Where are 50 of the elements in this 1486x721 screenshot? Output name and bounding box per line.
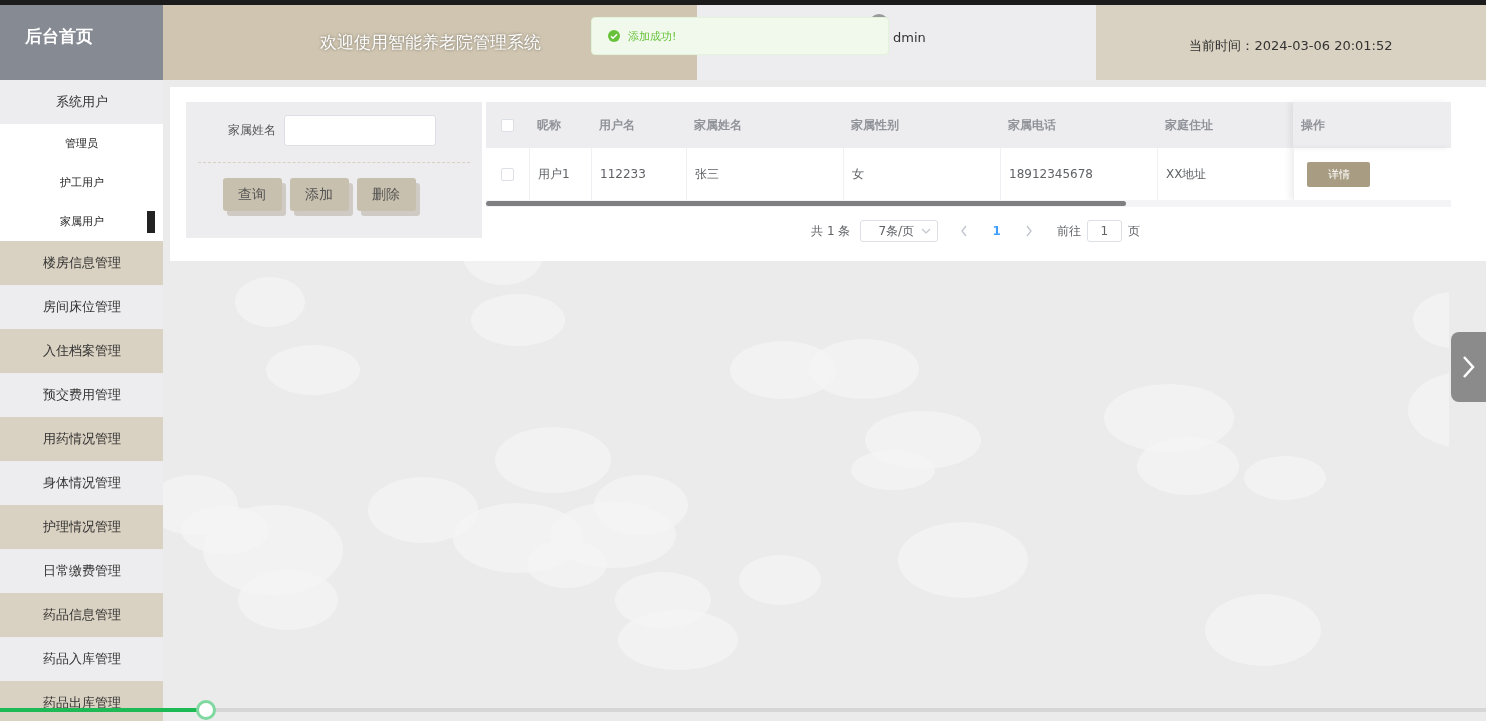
chevron-down-icon bbox=[921, 228, 932, 234]
user-name: dmin bbox=[893, 30, 926, 45]
next-page-icon bbox=[1024, 225, 1033, 237]
sidebar-item[interactable]: 身体情况管理 bbox=[0, 461, 163, 505]
column-header: 家属电话 bbox=[1008, 116, 1056, 134]
column-header: 昵称 bbox=[537, 116, 561, 134]
column-header: 家属性别 bbox=[851, 116, 899, 134]
column-header: 家庭住址 bbox=[1165, 116, 1213, 134]
sidebar-subitem[interactable]: 护工用户 bbox=[0, 163, 163, 202]
current-time: 当前时间：2024-03-06 20:01:52 bbox=[1189, 36, 1393, 55]
welcome-title: 欢迎使用智能养老院管理系统 bbox=[319, 31, 541, 54]
sidebar-subitem[interactable]: 家属用户 bbox=[0, 202, 163, 241]
sidebar-item[interactable]: 护理情况管理 bbox=[0, 505, 163, 549]
chevron-right-icon bbox=[1462, 356, 1475, 378]
column-header: 用户名 bbox=[599, 116, 635, 134]
sidebar-item[interactable]: 系统用户 bbox=[0, 80, 163, 124]
sidebar-item[interactable]: 日常缴费管理 bbox=[0, 549, 163, 593]
sidebar-item[interactable]: 药品出库管理 bbox=[0, 681, 163, 721]
field-label: 家属姓名 bbox=[228, 122, 276, 139]
sidebar-item[interactable]: 入住档案管理 bbox=[0, 329, 163, 373]
check-circle-icon bbox=[608, 30, 620, 42]
total-count: 共 1 条 bbox=[811, 222, 851, 240]
horizontal-scrollbar[interactable] bbox=[486, 200, 1451, 207]
table-cell: 18912345678 bbox=[1009, 167, 1093, 181]
sidebar-item[interactable]: 用药情况管理 bbox=[0, 417, 163, 461]
table-cell: 女 bbox=[852, 165, 864, 183]
sidebar-item[interactable]: 房间床位管理 bbox=[0, 285, 163, 329]
previous-page-icon bbox=[960, 225, 969, 237]
table-cell: 112233 bbox=[600, 167, 646, 181]
next-button[interactable] bbox=[1451, 332, 1486, 402]
sidebar-item[interactable]: 预交费用管理 bbox=[0, 373, 163, 417]
sidebar-subitem[interactable]: 管理员 bbox=[0, 124, 163, 163]
column-header: 操作 bbox=[1301, 116, 1325, 134]
table-cell: XX地址 bbox=[1166, 165, 1207, 183]
slider-handle[interactable] bbox=[196, 700, 217, 720]
success-toast: 添加成功! bbox=[591, 17, 889, 55]
page-input[interactable]: 1 bbox=[1086, 220, 1122, 242]
checkbox[interactable] bbox=[501, 118, 514, 132]
page-unit: 页 bbox=[1127, 222, 1140, 240]
page-size-select[interactable]: 7条/页 bbox=[860, 220, 939, 242]
checkbox[interactable] bbox=[501, 167, 514, 181]
sidebar-item[interactable]: 楼房信息管理 bbox=[0, 241, 163, 285]
sidebar-item[interactable]: 药品入库管理 bbox=[0, 637, 163, 681]
table-cell: 张三 bbox=[695, 165, 719, 183]
selected-indicator bbox=[147, 211, 155, 233]
search-field[interactable] bbox=[284, 115, 436, 146]
goto-label: 前往 bbox=[1056, 222, 1081, 240]
sidebar-item[interactable]: 药品信息管理 bbox=[0, 593, 163, 637]
column-header: 家属姓名 bbox=[694, 116, 742, 134]
table-cell: 用户1 bbox=[538, 165, 570, 183]
